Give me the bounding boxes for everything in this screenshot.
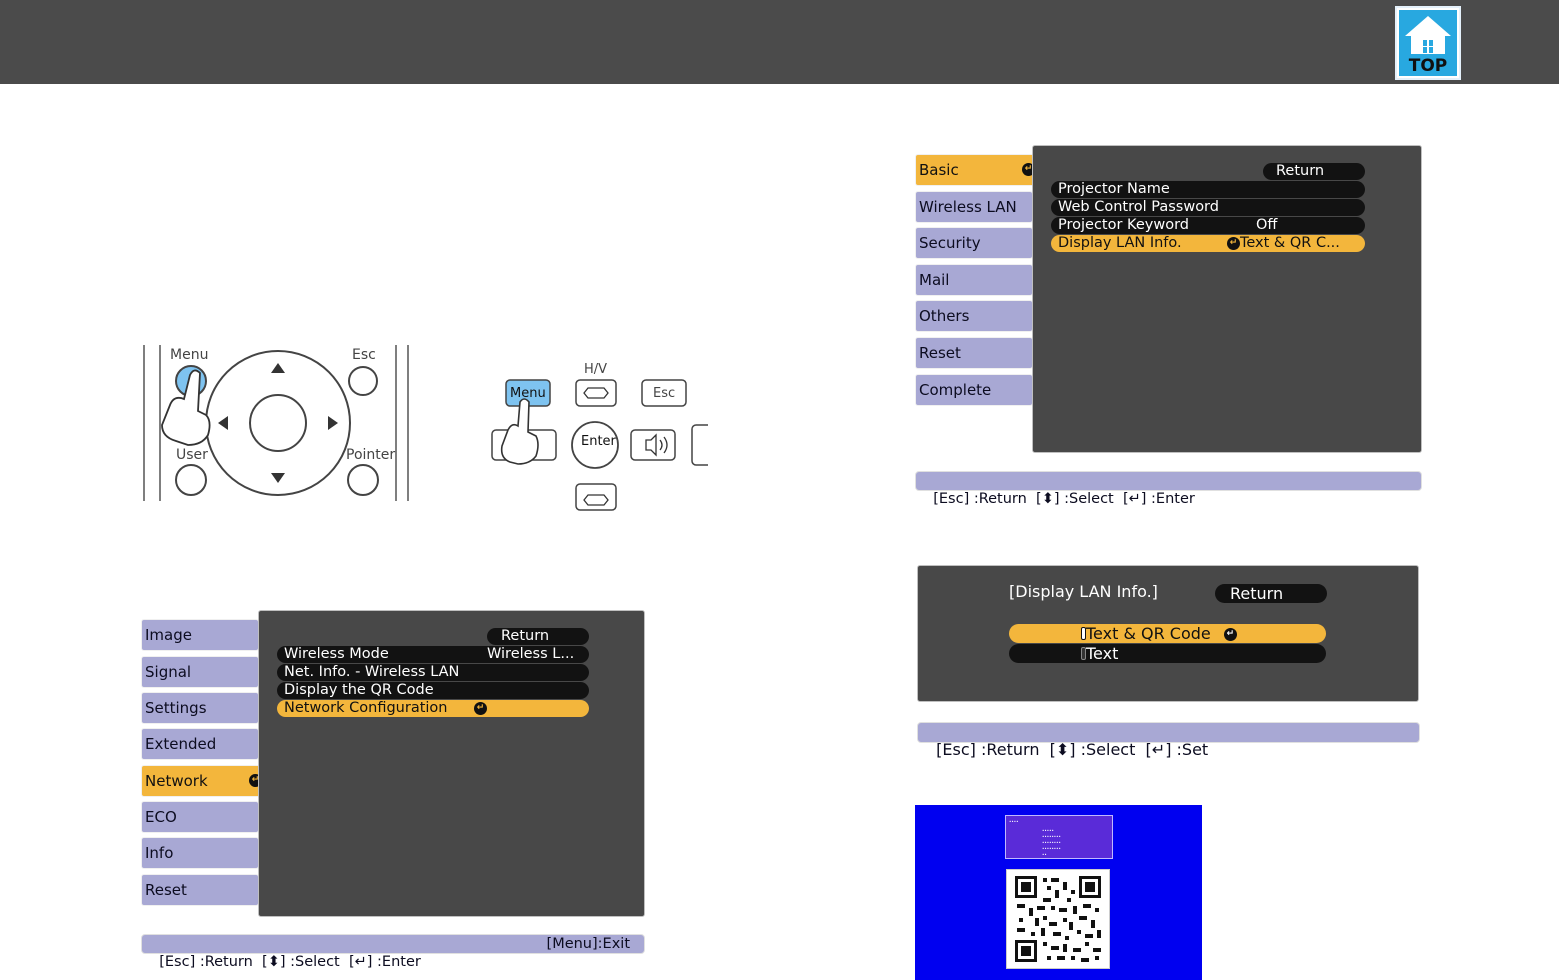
tab-basic[interactable]: Basic ↵	[915, 154, 1040, 186]
tab-others[interactable]: Others	[915, 300, 1033, 332]
tab-network-label: Network	[145, 772, 208, 790]
tab-basic-label: Basic	[919, 161, 959, 179]
menu-item-network-configuration[interactable]: Network Configuration ↵	[277, 700, 589, 717]
network-menu-panel: Return Wireless Mode Wireless L... Net. …	[258, 610, 645, 917]
header-bar	[0, 0, 1559, 84]
status-text: [Esc] :Return [⬍] :Select [↵] :Set	[936, 740, 1209, 759]
menu-button-label: Menu	[170, 347, 209, 363]
esc-button-label: Esc	[352, 347, 376, 363]
top-button[interactable]: TOP	[1395, 6, 1461, 80]
configuration-menu-panel: Return Projector Name Web Control Passwo…	[1032, 145, 1422, 453]
menu-item-label: Wireless Mode	[284, 646, 389, 662]
status-bar-dialog: [Esc] :Return [⬍] :Select [↵] :Set	[917, 722, 1420, 759]
option-text[interactable]: Text	[1009, 644, 1326, 663]
tab-settings[interactable]: Settings	[141, 692, 259, 724]
option-label: Text	[1086, 644, 1119, 663]
panel-menu-label: Menu	[510, 386, 546, 401]
menu-item-display-lan-info[interactable]: Display LAN Info. ↵ Text & QR C...	[1051, 235, 1365, 252]
tab-image[interactable]: Image	[141, 619, 259, 651]
menu-item-label: Projector Keyword	[1058, 217, 1189, 233]
tab-reset[interactable]: Reset	[141, 874, 259, 906]
menu-item-label: Network Configuration	[284, 700, 448, 716]
status-text: [Esc] :Return [⬍] :Select [↵] :Enter	[933, 491, 1195, 507]
menu-item-web-control-password[interactable]: Web Control Password	[1051, 199, 1365, 216]
tab-mail[interactable]: Mail	[915, 264, 1033, 296]
display-lan-info-dialog: [Display LAN Info.] Return Text & QR Cod…	[917, 565, 1419, 702]
user-button-label: User	[176, 447, 208, 463]
tab-wireless-lan[interactable]: Wireless LAN	[915, 191, 1033, 223]
menu-item-value-wrap: ↵ Text & QR C...	[1227, 235, 1340, 252]
panel-enter-label: Enter	[581, 434, 616, 449]
tab-security[interactable]: Security	[915, 227, 1033, 259]
status-text: [Esc] :Return [⬍] :Select [↵] :Enter	[159, 954, 421, 970]
menu-item-projector-name[interactable]: Projector Name	[1051, 181, 1365, 198]
menu-item-wireless-mode[interactable]: Wireless Mode Wireless L...	[277, 646, 589, 663]
pointer-button-label: Pointer	[346, 447, 396, 463]
status-bar-network: [Esc] :Return [⬍] :Select [↵] :Enter [Me…	[141, 934, 645, 970]
option-label: Text & QR Code	[1086, 624, 1211, 643]
dialog-title: [Display LAN Info.]	[1009, 582, 1158, 601]
menu-item-display-qr[interactable]: Display the QR Code	[277, 682, 589, 699]
option-text-qr-code[interactable]: Text & QR Code ↵	[1009, 624, 1326, 643]
enter-icon: ↵	[1223, 628, 1237, 641]
menu-item-label: Display LAN Info.	[1058, 235, 1182, 251]
tab-signal[interactable]: Signal	[141, 656, 259, 688]
qr-code-image	[1006, 869, 1110, 969]
return-button[interactable]: Return	[1263, 163, 1365, 180]
status-exit: [Menu]:Exit	[546, 936, 630, 952]
tab-info[interactable]: Info	[141, 837, 259, 869]
tab-complete[interactable]: Complete	[915, 374, 1033, 406]
tab-eco[interactable]: ECO	[141, 801, 259, 833]
enter-icon: ↵	[1227, 236, 1240, 250]
lan-info-box: •••• ••••• •••••••• •••••••• •••••••• ••	[1005, 815, 1113, 859]
menu-item-projector-keyword[interactable]: Projector Keyword Off	[1051, 217, 1365, 234]
return-button[interactable]: Return	[1215, 584, 1327, 603]
menu-item-net-info[interactable]: Net. Info. - Wireless LAN	[277, 664, 589, 681]
top-label: TOP	[1408, 56, 1448, 76]
menu-item-value: Text & QR C...	[1240, 235, 1340, 251]
enter-icon: ↵	[474, 702, 487, 715]
menu-item-value: Wireless L...	[487, 646, 575, 662]
tab-extended[interactable]: Extended	[141, 728, 259, 760]
tab-network[interactable]: Network ↵	[141, 765, 267, 797]
tab-reset[interactable]: Reset	[915, 337, 1033, 369]
status-bar-configuration: [Esc] :Return [⬍] :Select [↵] :Enter	[915, 471, 1422, 507]
qr-code-screen-illustration: •••• ••••• •••••••• •••••••• •••••••• ••	[915, 805, 1202, 980]
return-button[interactable]: Return	[487, 628, 589, 645]
menu-item-value: Off	[1256, 217, 1278, 233]
hv-label: H/V	[584, 362, 608, 377]
panel-esc-label: Esc	[653, 386, 676, 401]
remote-control-illustration	[140, 345, 415, 505]
